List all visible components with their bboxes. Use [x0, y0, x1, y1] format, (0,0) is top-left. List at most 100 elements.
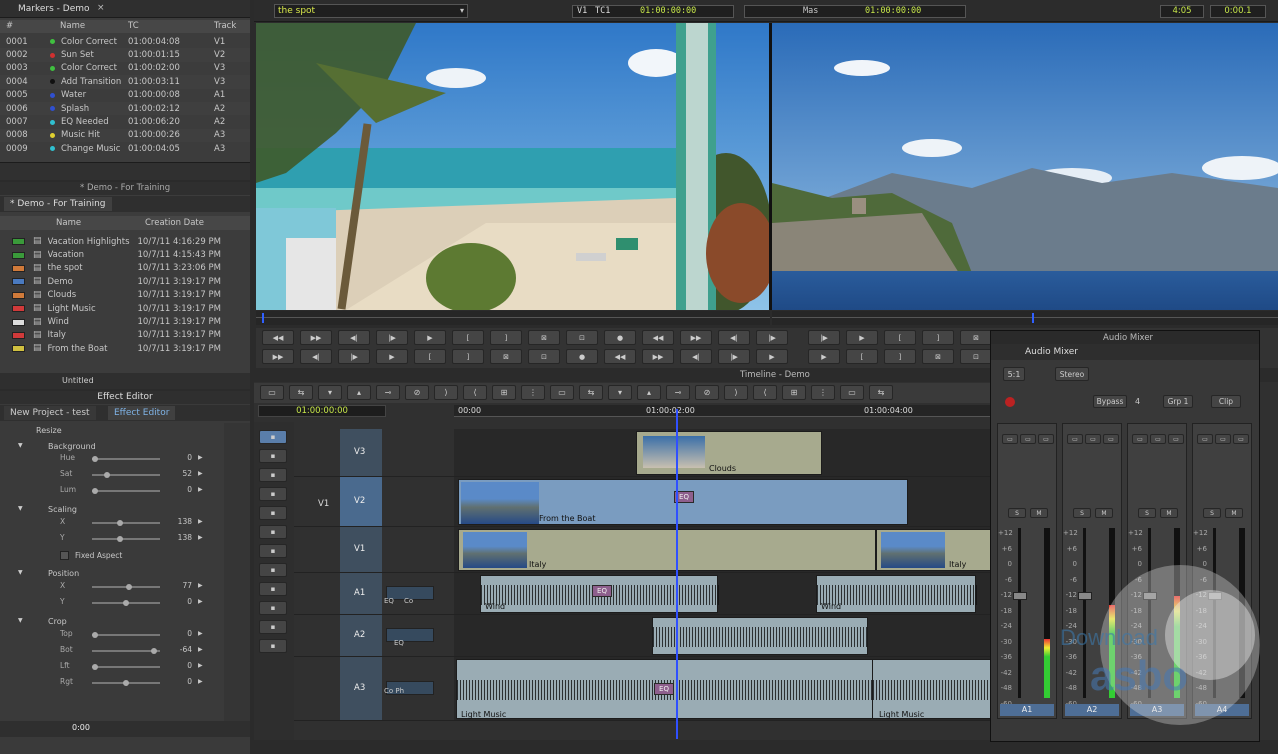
- timeline-side-button[interactable]: ▪: [259, 487, 287, 501]
- solo-button[interactable]: S: [1138, 508, 1156, 518]
- triangle-right-icon[interactable]: ▶: [198, 662, 203, 669]
- mixer-tab[interactable]: Audio Mixer: [1019, 345, 1084, 359]
- strip-button[interactable]: ▭: [1038, 434, 1054, 444]
- bin-item[interactable]: ▤ Vacation 10/7/11 4:15:43 PM: [0, 248, 250, 261]
- transport-button[interactable]: ◀|: [338, 330, 370, 345]
- fader-track[interactable]: [1213, 528, 1216, 698]
- transport-button[interactable]: ◀|: [680, 349, 712, 364]
- bin-item[interactable]: ▤ Light Music 10/7/11 3:19:17 PM: [0, 302, 250, 315]
- timeline-side-button[interactable]: ▪: [259, 449, 287, 463]
- transport-button[interactable]: ▶▶: [300, 330, 332, 345]
- fader-track[interactable]: [1148, 528, 1151, 698]
- timeline-tool-button[interactable]: ⇆: [289, 385, 313, 400]
- position-readout[interactable]: 0:00.1: [1210, 5, 1266, 18]
- group-button[interactable]: Grp 1: [1163, 395, 1193, 408]
- param-slider[interactable]: [92, 520, 160, 526]
- strip-button[interactable]: ▭: [1103, 434, 1119, 444]
- transport-button[interactable]: |▶: [718, 349, 750, 364]
- bin-item[interactable]: ▤ the spot 10/7/11 3:23:06 PM: [0, 262, 250, 275]
- slider-knob[interactable]: [92, 632, 98, 638]
- slider-knob[interactable]: [123, 600, 129, 606]
- transport-button[interactable]: ⊠: [922, 349, 954, 364]
- param-slider[interactable]: [92, 584, 160, 590]
- transport-button[interactable]: ▶: [808, 349, 840, 364]
- duration-readout[interactable]: 4:05: [1160, 5, 1204, 18]
- transport-button[interactable]: [: [452, 330, 484, 345]
- timeline-tool-button[interactable]: ▴: [637, 385, 661, 400]
- param-value[interactable]: -64: [168, 645, 192, 654]
- col-track[interactable]: Track: [214, 20, 250, 33]
- marker-row[interactable]: 0004 Add Transition 01:00:03:11 V3: [0, 75, 250, 89]
- transport-button[interactable]: ⊠: [960, 330, 992, 345]
- timeline-ruler[interactable]: 00:00 01:00:02:00 01:00:04:00: [454, 405, 994, 417]
- track-label[interactable]: A3: [354, 683, 365, 693]
- transport-button[interactable]: ▶: [376, 349, 408, 364]
- transport-button[interactable]: ◀◀: [262, 330, 294, 345]
- strip-button[interactable]: ▭: [1132, 434, 1148, 444]
- timeline-side-button[interactable]: ▪: [259, 544, 287, 558]
- transport-button[interactable]: ▶▶: [642, 349, 674, 364]
- timeline-side-button[interactable]: ▪: [259, 601, 287, 615]
- record-position-bar[interactable]: [772, 311, 1278, 325]
- col-bin-name[interactable]: Name: [0, 216, 145, 230]
- timeline-tool-button[interactable]: ▭: [260, 385, 284, 400]
- mute-button[interactable]: M: [1160, 508, 1178, 518]
- transport-button[interactable]: ]: [452, 349, 484, 364]
- timeline-tool-button[interactable]: ⋮: [811, 385, 835, 400]
- param-value[interactable]: 0: [168, 597, 192, 606]
- effect-marker[interactable]: EQ: [654, 683, 674, 695]
- record-monitor[interactable]: [772, 23, 1278, 310]
- marker-row[interactable]: 0001 Color Correct 01:00:04:08 V1: [0, 35, 250, 48]
- channel-name[interactable]: A4: [1195, 704, 1249, 716]
- col-name[interactable]: Name: [60, 20, 128, 33]
- param-value[interactable]: 77: [168, 581, 192, 590]
- fader-track[interactable]: [1083, 528, 1086, 698]
- source-playhead[interactable]: [262, 313, 264, 323]
- timeline-tool-button[interactable]: ⟨: [463, 385, 487, 400]
- triangle-right-icon[interactable]: ▶: [198, 646, 203, 653]
- slider-knob[interactable]: [92, 456, 98, 462]
- tc-readout-left[interactable]: V1 TC1 01:00:00:00: [572, 5, 734, 18]
- record-icon[interactable]: [1005, 397, 1015, 407]
- solo-button[interactable]: S: [1073, 508, 1091, 518]
- triangle-right-icon[interactable]: ▶: [198, 582, 203, 589]
- param-slider[interactable]: [92, 488, 160, 494]
- bin-item[interactable]: ▤ Clouds 10/7/11 3:19:17 PM: [0, 289, 250, 302]
- clip-wind-2[interactable]: Wind: [816, 575, 977, 613]
- param-slider[interactable]: [92, 472, 160, 478]
- channel-name[interactable]: A2: [1065, 704, 1119, 716]
- marker-row[interactable]: 0005 Water 01:00:00:08 A1: [0, 89, 250, 102]
- transport-button[interactable]: |▶: [808, 330, 840, 345]
- transport-button[interactable]: ▶: [846, 330, 878, 345]
- clip-italy-2[interactable]: Italy: [876, 529, 994, 571]
- timeline-side-button[interactable]: ▪: [259, 525, 287, 539]
- strip-button[interactable]: ▭: [1067, 434, 1083, 444]
- timeline-side-button[interactable]: ▪: [259, 582, 287, 596]
- bin-view-name[interactable]: Untitled: [62, 376, 94, 385]
- param-value[interactable]: 0: [168, 485, 192, 494]
- effect-name[interactable]: Resize: [36, 426, 62, 435]
- transport-button[interactable]: ◀|: [718, 330, 750, 345]
- param-value[interactable]: 0: [168, 661, 192, 670]
- bin-item[interactable]: ▤ Italy 10/7/11 3:19:17 PM: [0, 329, 250, 342]
- triangle-down-icon[interactable]: ▼: [18, 617, 23, 624]
- tc-readout-right[interactable]: Mas 01:00:00:00: [744, 5, 966, 18]
- timeline-side-button[interactable]: ▪: [259, 639, 287, 653]
- clip-button[interactable]: Clip: [1211, 395, 1241, 408]
- slider-knob[interactable]: [150, 648, 157, 654]
- triangle-down-icon[interactable]: ▼: [18, 442, 23, 449]
- timeline-side-button[interactable]: ▪: [259, 620, 287, 634]
- transport-button[interactable]: ⊠: [528, 330, 560, 345]
- triangle-right-icon[interactable]: ▶: [198, 598, 203, 605]
- triangle-down-icon[interactable]: ▼: [18, 569, 23, 576]
- tab-effect-editor[interactable]: Effect Editor: [108, 406, 176, 420]
- timeline-tool-button[interactable]: ▾: [318, 385, 342, 400]
- transport-button[interactable]: [: [414, 349, 446, 364]
- effect-marker[interactable]: EQ: [592, 585, 612, 597]
- timeline-tool-button[interactable]: ⊸: [376, 385, 400, 400]
- bin-item[interactable]: ▤ Wind 10/7/11 3:19:17 PM: [0, 315, 250, 328]
- slider-knob[interactable]: [116, 520, 123, 526]
- timeline-tool-button[interactable]: ▴: [347, 385, 371, 400]
- triangle-down-icon[interactable]: ▼: [18, 505, 23, 512]
- param-value[interactable]: 0: [168, 629, 192, 638]
